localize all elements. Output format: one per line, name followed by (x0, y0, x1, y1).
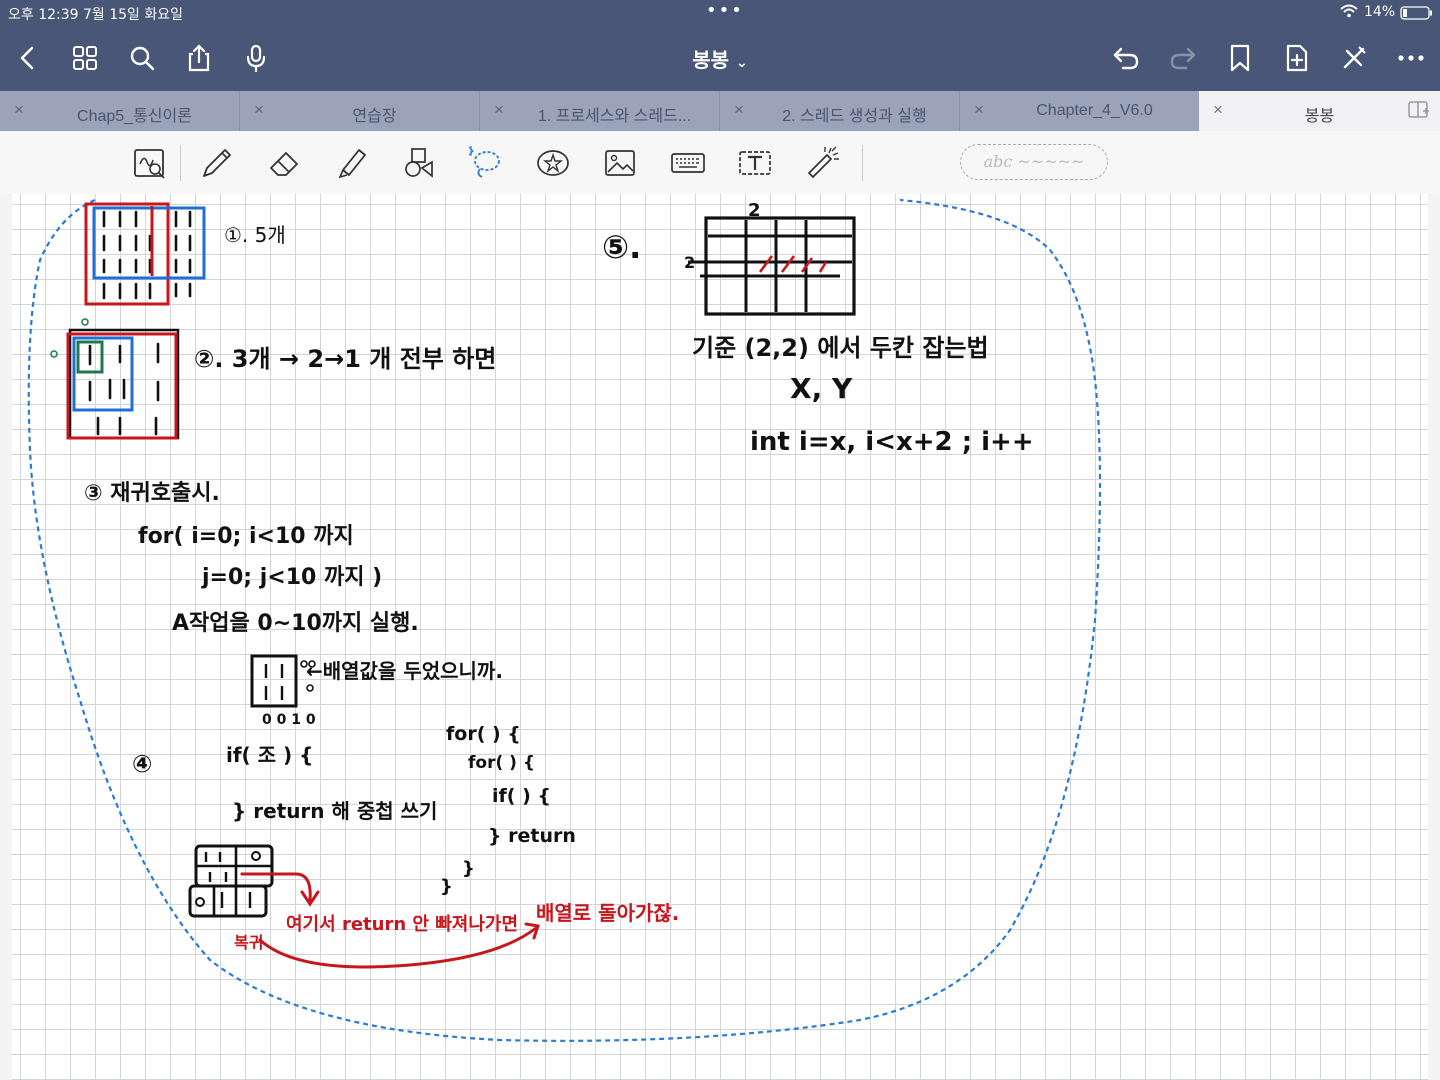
red-note-3: 복귀 (234, 933, 263, 952)
diagram-2 (50, 318, 180, 440)
red-note-2: 배열로 돌아가잖. (536, 901, 679, 925)
handwriting-layer: ①. 5개 ②. 3개 → 2→1 개 전부 하면 ③ 재귀호출시. for( … (27, 198, 1102, 1042)
note-3-annotation: ←배열값을 두었으니까. (306, 659, 503, 683)
note-3-line1: for( i=0; i<10 까지 (138, 524, 354, 549)
red-note-1: 여기서 return 안 빠져나가면 (286, 914, 518, 935)
diagram-1 (84, 202, 206, 306)
note-5-head: ⑤. (602, 228, 641, 266)
code-line-6: } (440, 876, 453, 897)
note-3-line3: A작업을 0~10까지 실행. (172, 611, 419, 636)
note-1: ①. 5개 (224, 223, 286, 247)
note-5-line2: X, Y (790, 372, 853, 405)
note-5-left-label: 2 (684, 253, 695, 272)
code-line-4: } return (488, 825, 576, 847)
note-5-top-label: 2 (748, 200, 761, 221)
code-line-5: } (462, 858, 475, 879)
note-5-line3: int i=x, i<x+2 ; i++ (750, 427, 1034, 457)
svg-text:} return: } return (488, 825, 576, 847)
note-5-line1: 기준 (2,2) 에서 두칸 잡는법 (692, 334, 989, 362)
note-2: ②. 3개 → 2→1 개 전부 하면 (194, 345, 496, 373)
note-4-head: ④ (132, 750, 152, 778)
code-line-3: if( ) { (492, 785, 551, 807)
code-line-2: for( ) { (468, 753, 535, 773)
note-3-subvalues: 0 0 1 0 (262, 712, 316, 728)
note-4-if: if( 조 ) { (226, 743, 313, 767)
note-3-head: ③ 재귀호출시. (84, 481, 220, 506)
note-4-return: } return 해 중첩 쓰기 (232, 799, 437, 823)
code-line-1: for( ) { (446, 723, 521, 745)
note-3-line2: j=0; j<10 까지 ) (201, 565, 382, 590)
diagram-5 (688, 216, 856, 316)
